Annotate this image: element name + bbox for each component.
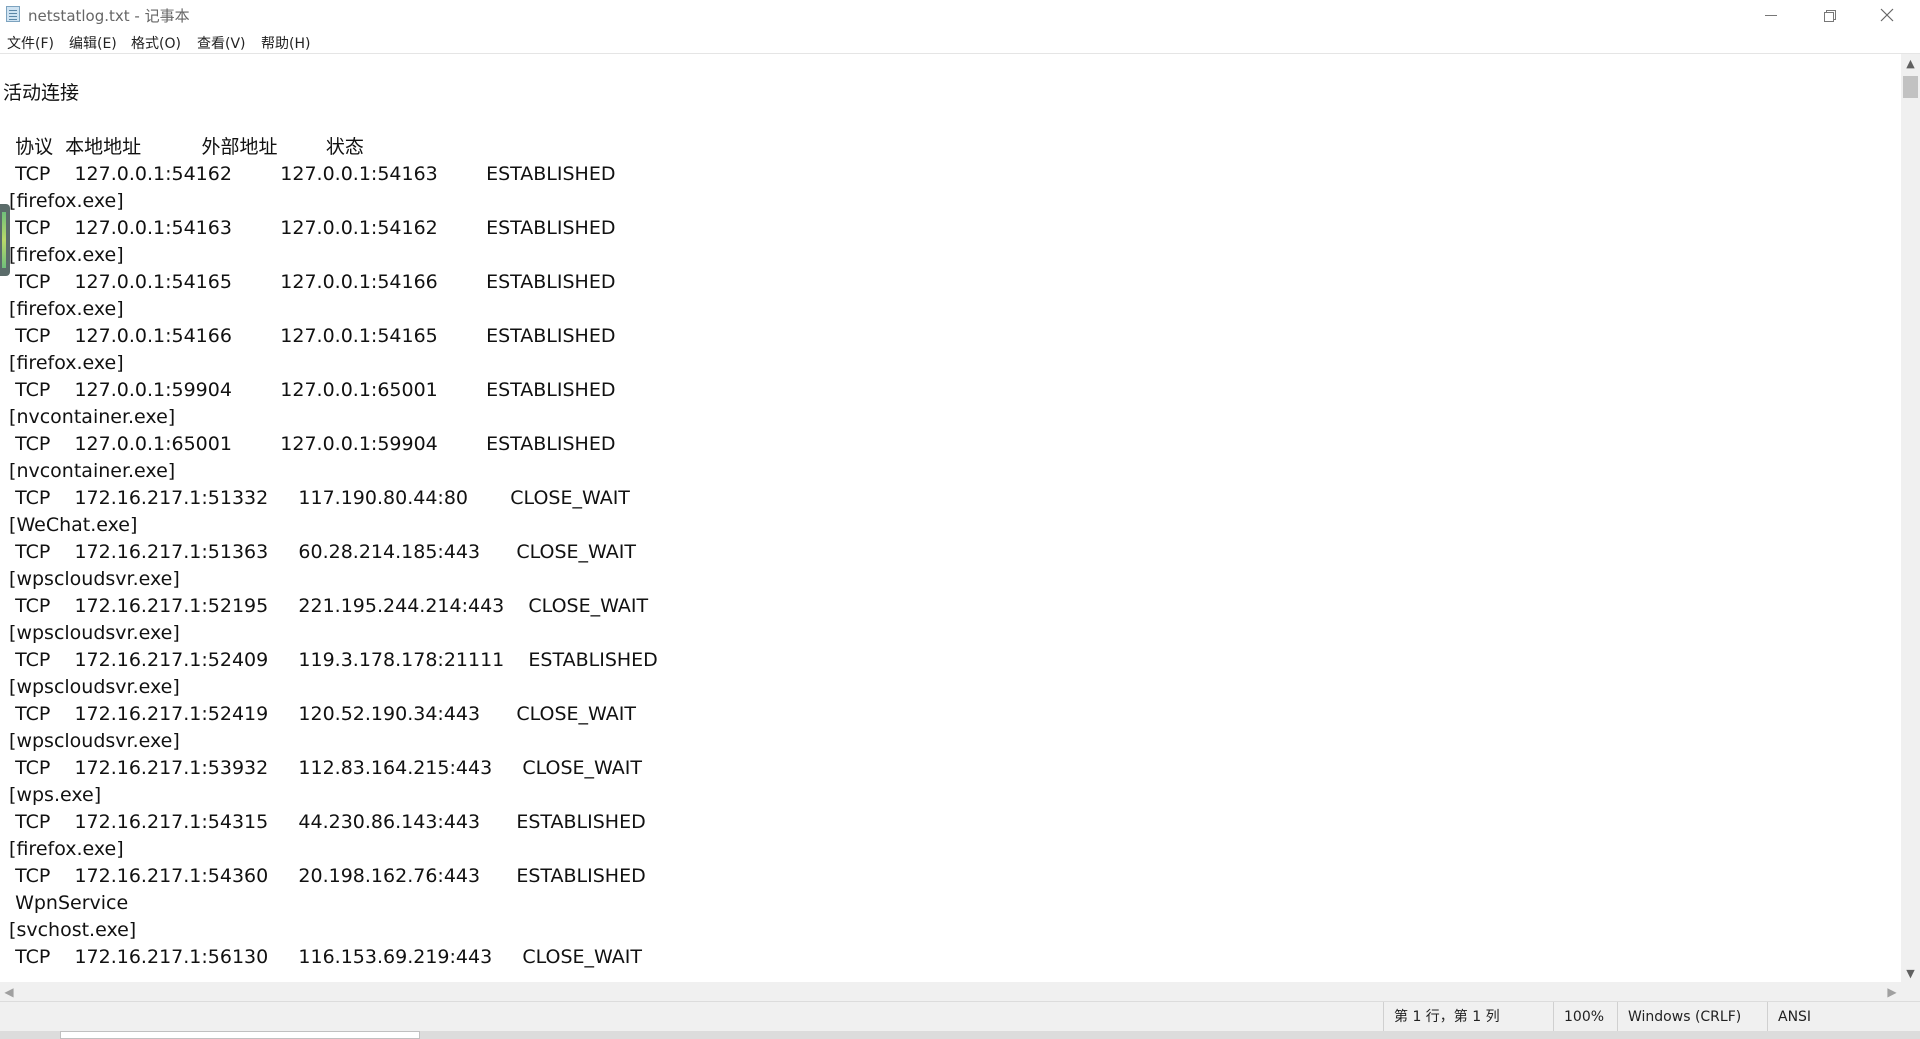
text-line: TCP 127.0.0.1:54166 127.0.0.1:54165 ESTA…: [3, 325, 616, 347]
text-line: TCP 172.16.217.1:51363 60.28.214.185:443…: [3, 541, 636, 563]
scroll-right-icon[interactable]: ▶: [1883, 982, 1901, 1001]
text-line: TCP 172.16.217.1:54360 20.198.162.76:443…: [3, 865, 646, 887]
notepad-icon: [6, 6, 20, 22]
text-line: [3, 107, 658, 134]
text-line: 协议 本地地址 外部地址 状态: [3, 136, 364, 158]
text-line: TCP 127.0.0.1:59904 127.0.0.1:65001 ESTA…: [3, 379, 616, 401]
text-line: [wpscloudsvr.exe]: [3, 730, 180, 752]
status-bar: 第 1 行，第 1 列 100% Windows (CRLF) ANSI: [0, 1001, 1920, 1032]
scroll-down-icon[interactable]: ▼: [1901, 964, 1920, 982]
text-line: [firefox.exe]: [3, 838, 124, 860]
side-dock-handle[interactable]: [0, 204, 10, 276]
menu-file[interactable]: 文件(F): [7, 33, 54, 53]
vertical-scrollbar[interactable]: ▲ ▼: [1901, 54, 1920, 982]
text-line: 活动连接: [3, 82, 80, 104]
document-text[interactable]: 活动连接 协议 本地地址 外部地址 状态 TCP 127.0.0.1:54162…: [3, 80, 658, 971]
text-line: TCP 172.16.217.1:52195 221.195.244.214:4…: [3, 595, 649, 617]
text-line: WpnService: [3, 892, 129, 914]
text-editor[interactable]: 活动连接 协议 本地地址 外部地址 状态 TCP 127.0.0.1:54162…: [0, 54, 1901, 982]
text-line: TCP 172.16.217.1:53932 112.83.164.215:44…: [3, 757, 643, 779]
text-line: [wps.exe]: [3, 784, 102, 806]
close-icon: [1880, 8, 1894, 22]
close-button[interactable]: [1858, 0, 1916, 30]
text-line: [firefox.exe]: [3, 190, 124, 212]
text-line: TCP 172.16.217.1:52409 119.3.178.178:211…: [3, 649, 658, 671]
text-line: [firefox.exe]: [3, 298, 124, 320]
text-line: TCP 127.0.0.1:65001 127.0.0.1:59904 ESTA…: [3, 433, 616, 455]
text-line: [nvcontainer.exe]: [3, 406, 176, 428]
window-title: netstatlog.txt - 记事本: [28, 7, 190, 25]
text-line: TCP 172.16.217.1:54315 44.230.86.143:443…: [3, 811, 646, 833]
text-line: TCP 127.0.0.1:54165 127.0.0.1:54166 ESTA…: [3, 271, 616, 293]
text-line: TCP 127.0.0.1:54163 127.0.0.1:54162 ESTA…: [3, 217, 616, 239]
vertical-scroll-thumb[interactable]: [1903, 76, 1918, 98]
menu-format[interactable]: 格式(O): [131, 33, 181, 53]
minimize-icon: [1765, 14, 1777, 16]
menu-help[interactable]: 帮助(H): [261, 33, 310, 53]
title-bar[interactable]: netstatlog.txt - 记事本: [0, 0, 1920, 30]
text-line: [nvcontainer.exe]: [3, 460, 176, 482]
restore-icon: [1823, 9, 1836, 22]
restore-button[interactable]: [1800, 0, 1858, 30]
status-zoom: 100%: [1553, 1002, 1617, 1032]
text-line: TCP 172.16.217.1:51332 117.190.80.44:80 …: [3, 487, 630, 509]
text-line: [wpscloudsvr.exe]: [3, 676, 180, 698]
text-line: [firefox.exe]: [3, 352, 124, 374]
horizontal-scrollbar[interactable]: ◀ ▶: [0, 982, 1901, 1001]
scroll-up-icon[interactable]: ▲: [1901, 54, 1920, 72]
text-line: TCP 172.16.217.1:56130 116.153.69.219:44…: [3, 946, 643, 968]
status-encoding: ANSI: [1767, 1002, 1920, 1032]
menu-view[interactable]: 查看(V): [197, 33, 246, 53]
text-line: [wpscloudsvr.exe]: [3, 622, 180, 644]
taskbar-search-box[interactable]: [60, 1031, 420, 1039]
minimize-button[interactable]: [1742, 0, 1800, 30]
text-line: [svchost.exe]: [3, 919, 137, 941]
text-line: TCP 127.0.0.1:54162 127.0.0.1:54163 ESTA…: [3, 163, 616, 185]
text-line: [wpscloudsvr.exe]: [3, 568, 180, 590]
scrollbar-corner: [1901, 982, 1920, 1001]
status-cursor-position: 第 1 行，第 1 列: [1383, 1002, 1563, 1032]
text-line: [firefox.exe]: [3, 244, 124, 266]
text-line: TCP 172.16.217.1:52419 120.52.190.34:443…: [3, 703, 636, 725]
menu-edit[interactable]: 编辑(E): [69, 33, 117, 53]
text-line: [WeChat.exe]: [3, 514, 138, 536]
status-line-ending: Windows (CRLF): [1617, 1002, 1767, 1032]
scroll-left-icon[interactable]: ◀: [0, 982, 18, 1001]
menu-bar: 文件(F) 编辑(E) 格式(O) 查看(V) 帮助(H): [0, 30, 1920, 54]
